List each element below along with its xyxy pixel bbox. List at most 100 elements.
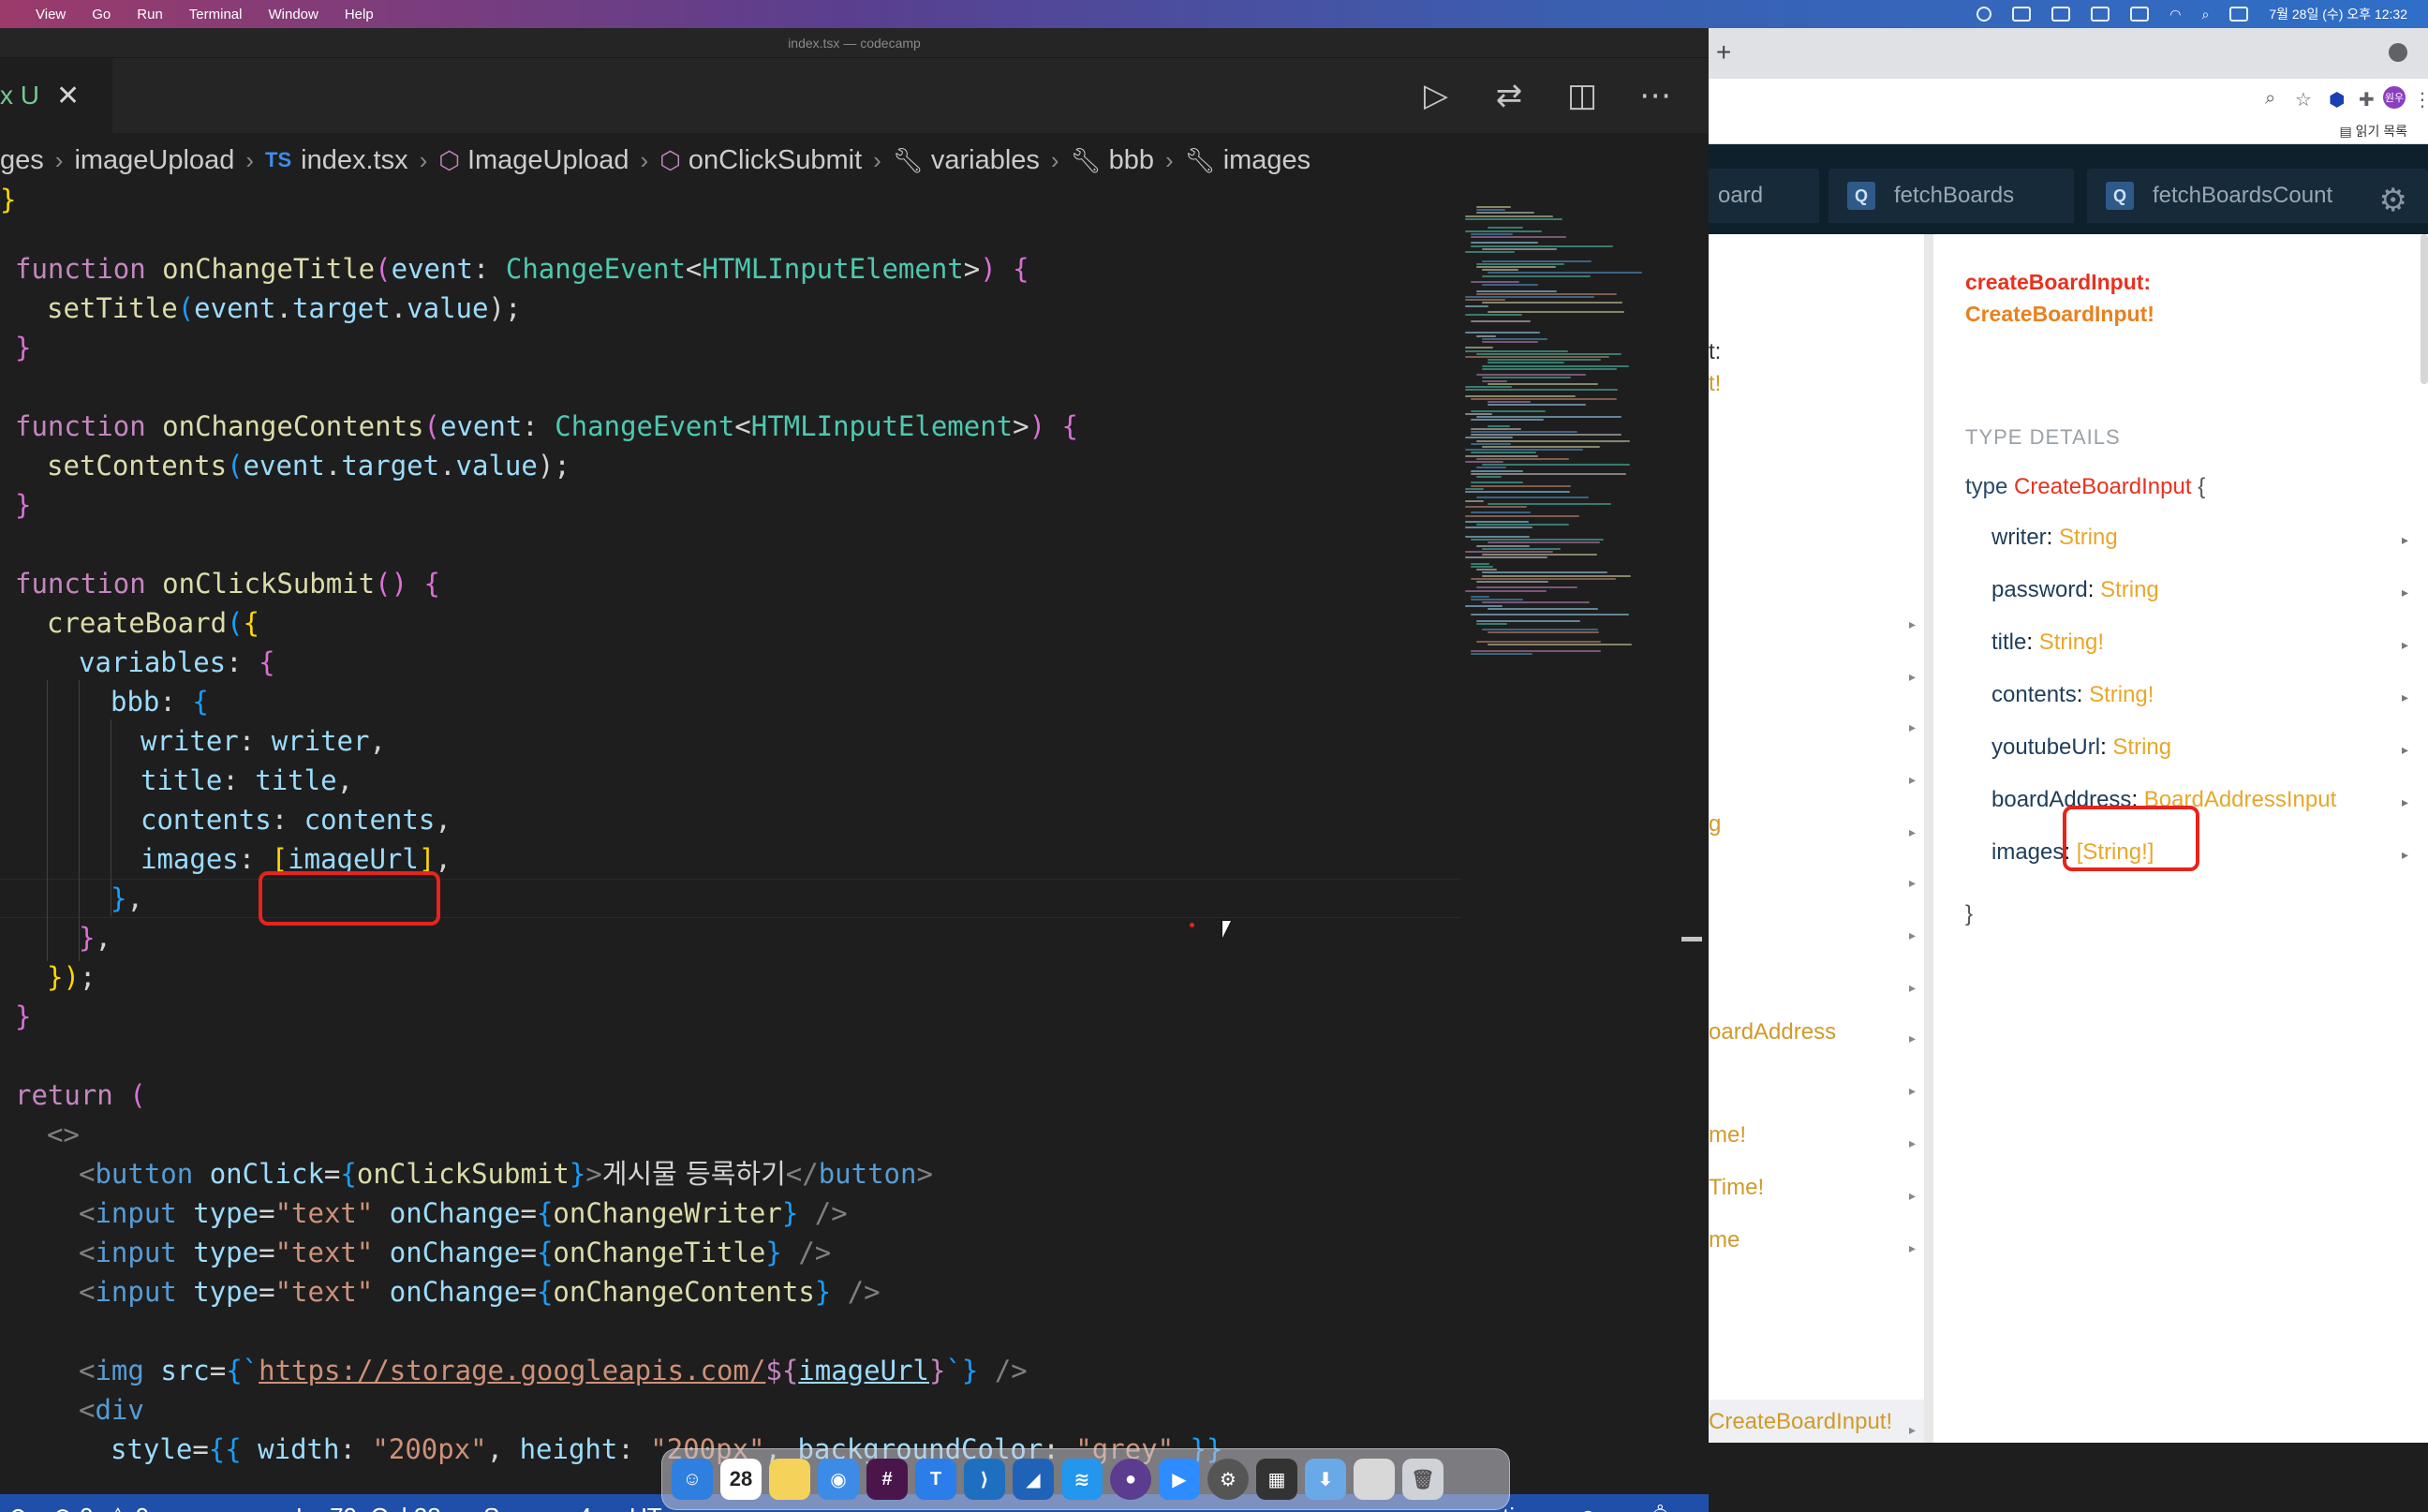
menu-window[interactable]: Window <box>255 7 331 22</box>
menu-run[interactable]: Run <box>124 7 176 22</box>
tab-search-icon[interactable] <box>2389 43 2407 62</box>
screenshot-icon[interactable] <box>1354 1459 1395 1500</box>
doc-fragment-selected[interactable]: CreateBoardInput! <box>1709 1409 1892 1435</box>
downloads-folder-icon[interactable]: ⬇ <box>1305 1459 1346 1500</box>
encoding[interactable]: UT <box>629 1494 662 1512</box>
menu-go[interactable]: Go <box>79 7 124 22</box>
chevron-right-icon[interactable]: ▸ <box>2402 689 2408 705</box>
chevron-right-icon[interactable]: ▸ <box>2402 532 2408 548</box>
type-field-password[interactable]: password: String <box>1991 577 2159 603</box>
chrome-icon[interactable]: ◉ <box>818 1459 859 1500</box>
breadcrumb-item-bbb[interactable]: bbb <box>1109 145 1154 176</box>
menubar-datetime[interactable]: 7월 28일 (수) 오후 12:32 <box>2269 5 2407 23</box>
chevron-right-icon[interactable]: ▸ <box>2402 847 2408 863</box>
sequel-icon[interactable]: ◢ <box>1013 1459 1054 1500</box>
bookmark-star-icon[interactable]: ☆ <box>2295 88 2312 111</box>
window-manager-icon[interactable] <box>2051 7 2071 22</box>
doc-fragment[interactable]: me <box>1709 1227 1740 1253</box>
settings-gear-icon[interactable]: ⚙ <box>2379 182 2407 219</box>
chevron-right-icon[interactable]: ▸ <box>2402 794 2408 810</box>
type-field-title[interactable]: title: String! <box>1991 630 2104 656</box>
breadcrumb-item-folder-partial[interactable]: ges <box>0 145 44 176</box>
menu-view[interactable]: View <box>22 7 79 22</box>
argument-type[interactable]: CreateBoardInput! <box>1965 302 2154 327</box>
remote-icon[interactable]: ⟲ <box>6 1494 26 1512</box>
chevron-right-icon[interactable]: ▸ <box>1909 772 1916 788</box>
zoom-icon[interactable]: ⌕ <box>2265 88 2275 110</box>
type-field-writer[interactable]: writer: String <box>1991 525 2118 551</box>
extensions-puzzle-icon[interactable]: ✚ <box>2359 88 2375 111</box>
chevron-right-icon[interactable]: ▸ <box>1909 875 1916 891</box>
reading-list[interactable]: ▤ 읽기 목록 <box>2339 122 2407 141</box>
feedback-icon[interactable]: ☺ <box>1576 1494 1601 1512</box>
zoom-icon[interactable]: ▶ <box>1159 1459 1200 1500</box>
profile-avatar[interactable]: 원우 <box>2383 86 2406 109</box>
chevron-right-icon[interactable]: ▸ <box>2402 637 2408 653</box>
docs-scrollbar[interactable] <box>2421 234 2428 384</box>
doc-fragment[interactable]: g <box>1709 811 1721 838</box>
chevron-right-icon[interactable]: ▸ <box>1909 1135 1916 1151</box>
more-actions-icon[interactable]: ⋯ <box>1639 78 1671 113</box>
breadcrumb-item-file[interactable]: index.tsx <box>301 145 407 176</box>
calculator-icon[interactable]: ▦ <box>1256 1459 1297 1500</box>
indentation[interactable]: Spaces: 4 <box>483 1494 592 1512</box>
chevron-right-icon[interactable]: ▸ <box>1909 1083 1916 1099</box>
chevron-right-icon[interactable]: ▸ <box>1909 1422 1916 1438</box>
chevron-right-icon[interactable]: ▸ <box>1909 616 1916 632</box>
breadcrumb-item-function[interactable]: onClickSubmit <box>688 145 862 176</box>
spotlight-icon[interactable]: ⌕ <box>2201 7 2209 22</box>
chevron-right-icon[interactable]: ▸ <box>1909 669 1916 685</box>
trash-icon[interactable]: 🗑︎ <box>1402 1459 1443 1500</box>
chevron-right-icon[interactable]: ▸ <box>1909 927 1916 943</box>
slack-icon[interactable]: # <box>866 1459 908 1500</box>
control-center-icon[interactable] <box>2229 7 2249 22</box>
docker-icon[interactable]: ≋ <box>1061 1459 1103 1500</box>
playground-tab-fetchboardscount[interactable]: Q fetchBoardsCount <box>2087 169 2428 223</box>
chevron-right-icon[interactable]: ▸ <box>1909 1030 1916 1046</box>
wifi-icon[interactable]: ◠ <box>2169 7 2181 22</box>
chevron-right-icon[interactable]: ▸ <box>1909 719 1916 735</box>
battery-icon[interactable] <box>2130 7 2150 22</box>
menu-terminal[interactable]: Terminal <box>176 7 256 22</box>
chevron-right-icon[interactable]: ▸ <box>1909 824 1916 840</box>
code-editor[interactable]: } function onChangeTitle(event: ChangeEv… <box>0 187 1461 1494</box>
chevron-right-icon[interactable]: ▸ <box>1909 1240 1916 1256</box>
vpn-icon[interactable] <box>1976 7 1992 22</box>
close-icon[interactable]: ✕ <box>56 80 80 112</box>
playground-tab-createboard[interactable]: oard <box>1709 169 1819 223</box>
system-preferences-icon[interactable]: ⚙ <box>1207 1459 1249 1500</box>
scrollbar-thumb[interactable] <box>1681 937 1702 941</box>
screen-record-icon[interactable] <box>2012 7 2032 22</box>
calendar-icon[interactable]: 28 <box>720 1459 762 1500</box>
keynote-icon[interactable]: T <box>915 1459 956 1500</box>
run-icon[interactable]: ▷ <box>1420 78 1452 113</box>
type-field-contents[interactable]: contents: String! <box>1991 682 2154 708</box>
editor-tab-active[interactable]: x U ✕ <box>0 58 112 133</box>
input-source-icon[interactable] <box>2091 7 2110 22</box>
menu-help[interactable]: Help <box>332 7 387 22</box>
breadcrumb-item-variables[interactable]: variables <box>931 145 1040 176</box>
browser-menu-icon[interactable]: ⋮ <box>2413 88 2428 111</box>
chevron-right-icon[interactable]: ▸ <box>1909 1188 1916 1204</box>
doc-fragment[interactable]: Time! <box>1709 1175 1764 1201</box>
doc-fragment[interactable]: oardAddress <box>1709 1019 1836 1045</box>
problems-indicator[interactable]: ⊗ 0 ⚠ 0 <box>52 1494 149 1512</box>
chevron-right-icon[interactable]: ▸ <box>1909 980 1916 996</box>
playground-tab-fetchboards[interactable]: Q fetchBoards <box>1828 169 2074 223</box>
chevron-right-icon[interactable]: ▸ <box>2402 742 2408 758</box>
cursor-position[interactable]: Ln 79, Col 28 <box>296 1494 441 1512</box>
vscode-icon[interactable]: ⟩ <box>964 1459 1005 1500</box>
split-editor-icon[interactable]: ◫ <box>1566 78 1598 113</box>
new-tab-button[interactable]: + <box>1716 37 1731 67</box>
breadcrumb-item-imageupload[interactable]: imageUpload <box>74 145 234 176</box>
minimap[interactable] <box>1461 206 1677 656</box>
source-control-compare-icon[interactable]: ⇄ <box>1493 78 1525 113</box>
finder-icon[interactable]: ☺ <box>672 1459 713 1500</box>
breadcrumb-item-images[interactable]: images <box>1223 145 1311 176</box>
notifications-bell-icon[interactable]: 🔔︎ <box>1645 1494 1676 1512</box>
extension-icon[interactable]: ⬢ <box>2329 88 2345 111</box>
breadcrumb-item-component[interactable]: ImageUpload <box>467 145 629 176</box>
chevron-right-icon[interactable]: ▸ <box>2402 585 2408 600</box>
notes-icon[interactable] <box>769 1459 810 1500</box>
doc-fragment[interactable]: me! <box>1709 1122 1746 1149</box>
